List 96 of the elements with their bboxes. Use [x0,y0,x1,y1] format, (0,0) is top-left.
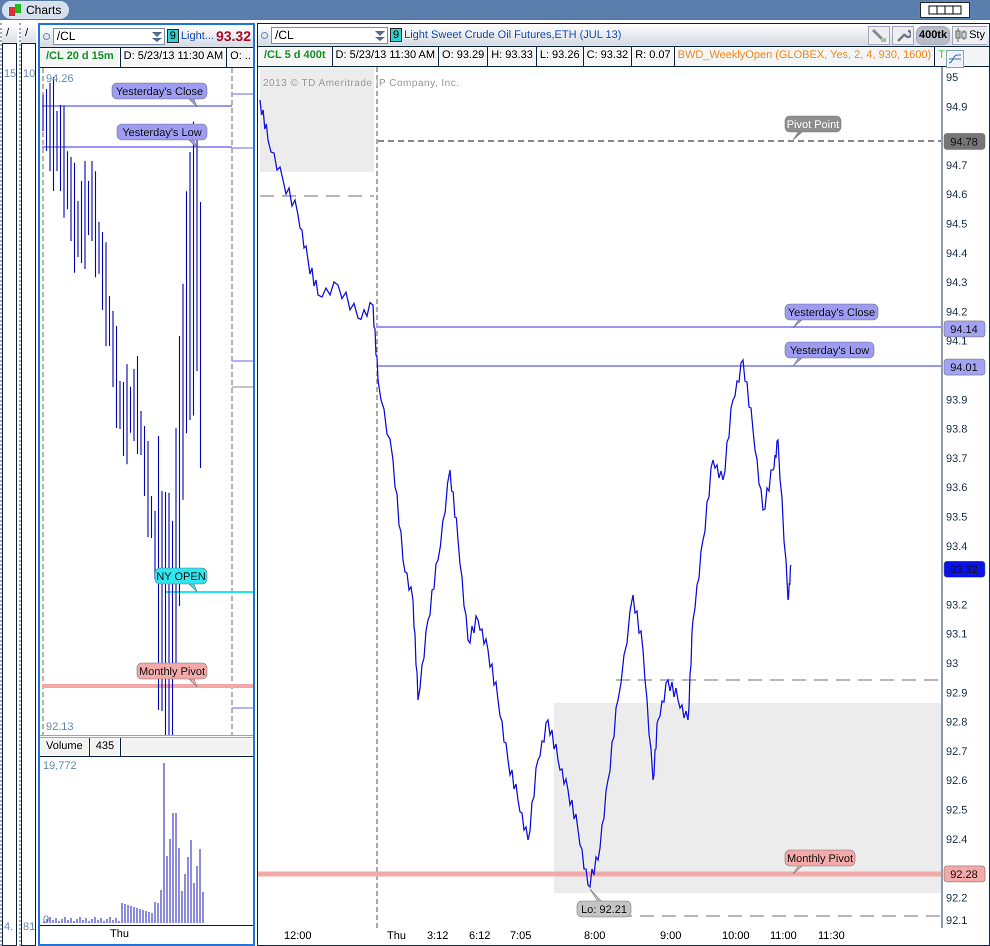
info-cell: BWD_WeeklyOpen (GLOBEX, Yes, 2, 4, 930, 1600) [674,47,936,66]
candle-icon [8,3,22,17]
axis-tick: 94.1 [946,336,968,348]
symbol-field[interactable]: /CL [52,28,165,44]
info-cell-text: T [937,48,946,63]
axis-tick: 92.9 [946,687,968,700]
price-marker: 93.32 [944,560,986,578]
price-stub: 15 [4,68,16,80]
time-label: 3:12 [427,930,448,942]
window-tab[interactable]: Charts [2,1,70,19]
level-label: Lo: 92.21 [576,888,632,918]
axis-tick: 92.6 [946,775,968,788]
price-marker: 92.28 [944,866,986,882]
dropdown-icon [150,29,164,43]
dropdown-icon [373,28,387,42]
axis-tick: 93.4 [946,540,968,553]
time-label: 6:12 [469,930,490,942]
time-label: 8:00 [584,930,606,942]
axis-tick: 92.4 [946,834,968,846]
study-value: 435 [90,738,122,756]
layout-button[interactable] [920,2,970,18]
axis-tick: 94.6 [946,189,968,202]
price-stub: 4. [4,921,14,933]
time-label: 11:00 [770,930,797,942]
volume-min: 0 [43,914,50,926]
time-label: 10:00 [722,930,750,942]
level-label: NY OPEN [154,568,208,592]
info-cell: O: .. [227,48,253,67]
axis-tick: 92.8 [946,716,968,729]
axis-tick: 92.5 [946,804,968,816]
info-cell: /CL 20 d 15m [40,48,121,67]
last-price: 93.32 [216,28,251,44]
axis-tick: 92.2 [946,892,968,904]
info-cell: /CL 5 d 400t [258,47,333,66]
axis-tick: 94.9 [946,101,968,114]
price-low: 92.13 [46,721,74,733]
axis-tick: 93.7 [946,452,968,465]
axis-tick: 94.5 [946,218,968,230]
symbol-description: Light Sweet Crude Oil Futures,ETH (JUL 13) [404,29,622,41]
info-cell: L: 93.26 [536,47,584,66]
axis-tick: 95 [946,72,958,84]
pencil-icon [870,27,887,43]
level-label: Yesterday's Low [116,124,208,148]
time-label: 7:05 [510,930,532,942]
info-cell: R: 0.07 [632,47,675,66]
axis-tick: 92.1 [946,915,968,927]
axis-tick: 93.9 [946,394,968,406]
settings-button[interactable] [892,26,914,44]
axis-tick: 93 [946,658,958,670]
axis-tick: 94.4 [946,248,968,260]
axis-tick: 93.2 [946,599,968,612]
symbol-description: Light... [180,30,214,42]
axis-tick: 94.2 [946,306,968,318]
level-label: Yesterday's Close [784,304,878,328]
group-badge[interactable]: 9 [390,28,402,42]
wrench-icon [894,27,911,43]
axis-tick: 93.8 [946,424,968,436]
info-cell: D: 5/23/13 11:30 AM [332,47,440,66]
chart-mode-icon[interactable] [946,50,964,68]
price-stub: 81 [23,921,35,933]
axis-tick: 93.6 [946,482,968,494]
style-button[interactable]: Sty [952,26,987,44]
time-label: 12:00 [284,930,312,942]
axis-tick: 93.5 [946,512,968,524]
price-marker: 94.78 [944,133,986,150]
axis-tick: 92.7 [946,746,968,758]
time-label: Thu [110,928,129,940]
info-cell: C: 93.32 [584,47,632,66]
symbol-field[interactable]: /CL [271,26,388,44]
time-label: Thu [387,930,406,942]
info-cell: D: 5/23/13 11:30 AM [120,48,228,67]
grid-layout-icon [928,5,962,15]
price-marker: 94.01 [944,358,986,376]
study-name: Volume [40,738,90,756]
axis-tick: 94.7 [946,160,968,172]
level-label: Pivot Point [784,116,842,140]
copyright-text: 2013 © TD Ameritrade IP Company, Inc. [263,78,460,89]
volume-max: 19,772 [43,760,77,772]
aggregation-button[interactable]: 400tk [916,26,950,44]
link-icon[interactable] [260,30,269,40]
time-label: 9:00 [660,930,682,942]
candlestick-icon [955,27,968,43]
drawing-tools-button[interactable] [868,26,890,44]
info-cell: O: 93.29 [439,47,488,66]
level-label: Monthly Pivot [136,662,208,688]
level-label: Yesterday's Low [784,342,874,366]
group-badge[interactable]: 9 [166,29,179,43]
link-icon[interactable] [42,32,51,40]
price-marker: 94.14 [944,320,986,338]
price-stub: 10 [23,68,35,80]
axis-tick: 94.3 [946,277,968,290]
level-label: Yesterday's Close [112,82,208,108]
level-label: Monthly Pivot [784,850,856,874]
info-cell: H: 93.33 [488,47,537,66]
time-label: 11:30 [818,930,845,942]
axis-tick: 93.1 [946,628,968,641]
